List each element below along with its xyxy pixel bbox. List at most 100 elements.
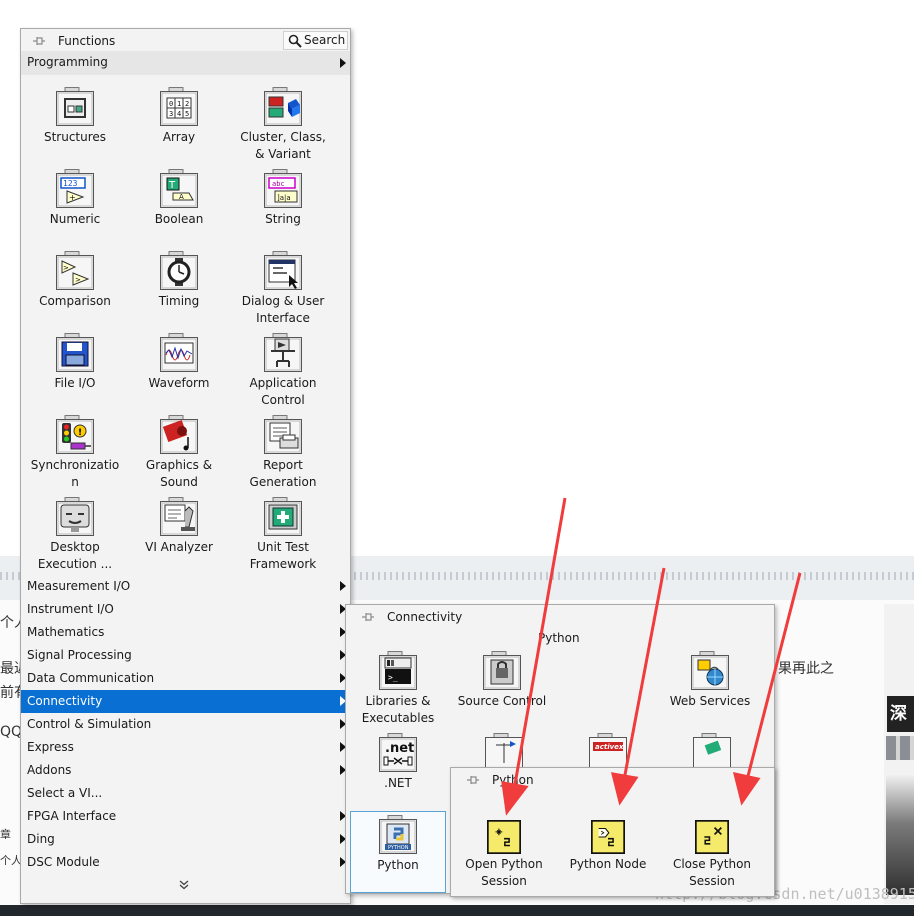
palette-item-label: Numeric	[49, 212, 101, 226]
pin-icon[interactable]	[32, 35, 46, 47]
palette-item-waveform[interactable]: Waveform	[127, 333, 231, 392]
category-label: Ding	[27, 832, 55, 846]
pin-icon[interactable]	[466, 774, 480, 786]
structures-icon	[55, 87, 95, 127]
background-text: 果再此之	[778, 661, 834, 677]
palette-item-structures[interactable]: Structures	[23, 87, 127, 146]
category-measurement-i-o[interactable]: Measurement I/O	[21, 575, 350, 598]
category-fpga-interface[interactable]: FPGA Interface	[21, 805, 350, 828]
boolean-icon: TA	[159, 169, 199, 209]
search-label: Search	[304, 33, 346, 47]
connectivity-hint: Python	[538, 631, 580, 645]
category-connectivity[interactable]: Connectivity	[21, 690, 350, 713]
category-label: DSC Module	[27, 855, 100, 869]
palette-item-numeric[interactable]: 123 + Numeric	[23, 169, 127, 228]
category-programming[interactable]: Programming	[21, 51, 350, 75]
palette-item-label: Dialog & User Interface	[241, 294, 325, 325]
palette-item-cluster[interactable]: Cluster, Class, & Variant	[231, 87, 335, 163]
palette-item-label: Synchronizatio n	[30, 458, 120, 489]
palette-item-boolean[interactable]: T A Boolean	[127, 169, 231, 228]
palette-item-file-io[interactable]: File I/O	[23, 333, 127, 392]
array-icon: 012 345	[159, 87, 199, 127]
comparison-icon: > >	[55, 251, 95, 291]
palette-item-graphics-sound[interactable]: Graphics & Sound	[127, 415, 231, 491]
category-label: Connectivity	[27, 694, 103, 708]
functions-palette-titlebar[interactable]: Functions Search	[21, 29, 350, 53]
svg-text:PYTHON: PYTHON	[388, 845, 409, 851]
palette-item-python[interactable]: PYTHON Python	[346, 815, 450, 874]
source-control-icon	[482, 651, 522, 691]
category-label: Instrument I/O	[27, 602, 114, 616]
svg-text:123: 123	[63, 179, 78, 188]
python-palette-titlebar[interactable]: Python	[451, 768, 774, 792]
waveform-icon	[159, 333, 199, 373]
background-text: 个人	[0, 854, 22, 867]
submenu-arrow-icon	[340, 581, 346, 591]
palette-item-report-generation[interactable]: Report Generation	[231, 415, 335, 491]
palette-item-unit-test[interactable]: Unit Test Framework	[231, 497, 335, 573]
palette-item-string[interactable]: abc]a|a String	[231, 169, 335, 228]
palette-item-comparison[interactable]: > > Comparison	[23, 251, 127, 310]
palette-item-close-python-session[interactable]: Close Python Session	[660, 820, 764, 890]
python-node-icon	[591, 820, 625, 854]
palette-item-label: Timing	[158, 294, 200, 308]
category-label: Select a VI...	[27, 786, 103, 800]
category-label: Express	[27, 740, 74, 754]
palette-item-label: Structures	[43, 130, 107, 144]
string-icon: abc]a|a	[263, 169, 303, 209]
category-control-simulation[interactable]: Control & Simulation	[21, 713, 350, 736]
palette-item-timing[interactable]: Timing	[127, 251, 231, 310]
svg-text:.net: .net	[385, 741, 414, 756]
palette-item-open-python-session[interactable]: Open Python Session	[452, 820, 556, 890]
search-button[interactable]: Search	[283, 31, 348, 50]
palette-item-label: Open Python Session	[465, 857, 543, 888]
palette-item-dialog[interactable]: Dialog & User Interface	[231, 251, 335, 327]
palette-item-libraries[interactable]: >_ Libraries & Executables	[346, 651, 450, 727]
svg-text:+: +	[69, 193, 76, 202]
palette-item-python-node[interactable]: Python Node	[556, 820, 660, 873]
palette-item-label: Waveform	[148, 376, 210, 390]
palette-item-label: Source Control	[457, 694, 547, 708]
category-label: Measurement I/O	[27, 579, 131, 593]
connectivity-palette-titlebar[interactable]: Connectivity	[346, 605, 774, 629]
palette-item-label: Boolean	[154, 212, 204, 226]
palette-item-label: Python Node	[569, 857, 647, 871]
palette-item-source-control[interactable]: Source Control	[450, 651, 554, 710]
category-ding[interactable]: Ding	[21, 828, 350, 851]
palette-item-label: Unit Test Framework	[249, 540, 317, 571]
category-dsc-module[interactable]: DSC Module	[21, 851, 350, 874]
palette-item-label: VI Analyzer	[145, 540, 213, 554]
expand-more-icon[interactable]	[179, 879, 189, 893]
category-signal-processing[interactable]: Signal Processing	[21, 644, 350, 667]
desktop-execution-icon	[55, 497, 95, 537]
category-label: Mathematics	[27, 625, 105, 639]
category-select-a-vi[interactable]: Select a VI...	[21, 782, 350, 805]
palette-item-label: .NET	[384, 776, 412, 790]
svg-text:A: A	[179, 193, 184, 201]
category-mathematics[interactable]: Mathematics	[21, 621, 350, 644]
category-addons[interactable]: Addons	[21, 759, 350, 782]
python-icon: PYTHON	[378, 815, 418, 855]
pin-icon[interactable]	[361, 611, 375, 623]
submenu-arrow-icon	[340, 58, 346, 68]
category-data-communication[interactable]: Data Communication	[21, 667, 350, 690]
cluster-icon	[263, 87, 303, 127]
background-text: 章	[0, 828, 11, 841]
svg-text:4: 4	[177, 110, 181, 118]
vi-analyzer-icon	[159, 497, 199, 537]
file-io-icon	[55, 333, 95, 373]
palette-item-label: Web Services	[669, 694, 751, 708]
palette-item-synchronization[interactable]: ! Synchronizatio n	[23, 415, 127, 491]
palette-item-web-services[interactable]: Web Services	[658, 651, 762, 710]
palette-item-array[interactable]: 0 1 2 3 4 5 Array	[127, 87, 231, 146]
category-express[interactable]: Express	[21, 736, 350, 759]
category-label: FPGA Interface	[27, 809, 117, 823]
background-thumbnails	[886, 736, 914, 760]
palette-item-dotnet[interactable]: .net .NET	[346, 733, 450, 792]
category-instrument-i-o[interactable]: Instrument I/O	[21, 598, 350, 621]
palette-item-desktop-execution[interactable]: Desktop Execution ...	[23, 497, 127, 573]
svg-text:>: >	[63, 264, 69, 272]
palette-item-application-control[interactable]: Application Control	[231, 333, 335, 409]
python-palette-title: Python	[492, 773, 534, 787]
palette-item-vi-analyzer[interactable]: VI Analyzer	[127, 497, 231, 556]
